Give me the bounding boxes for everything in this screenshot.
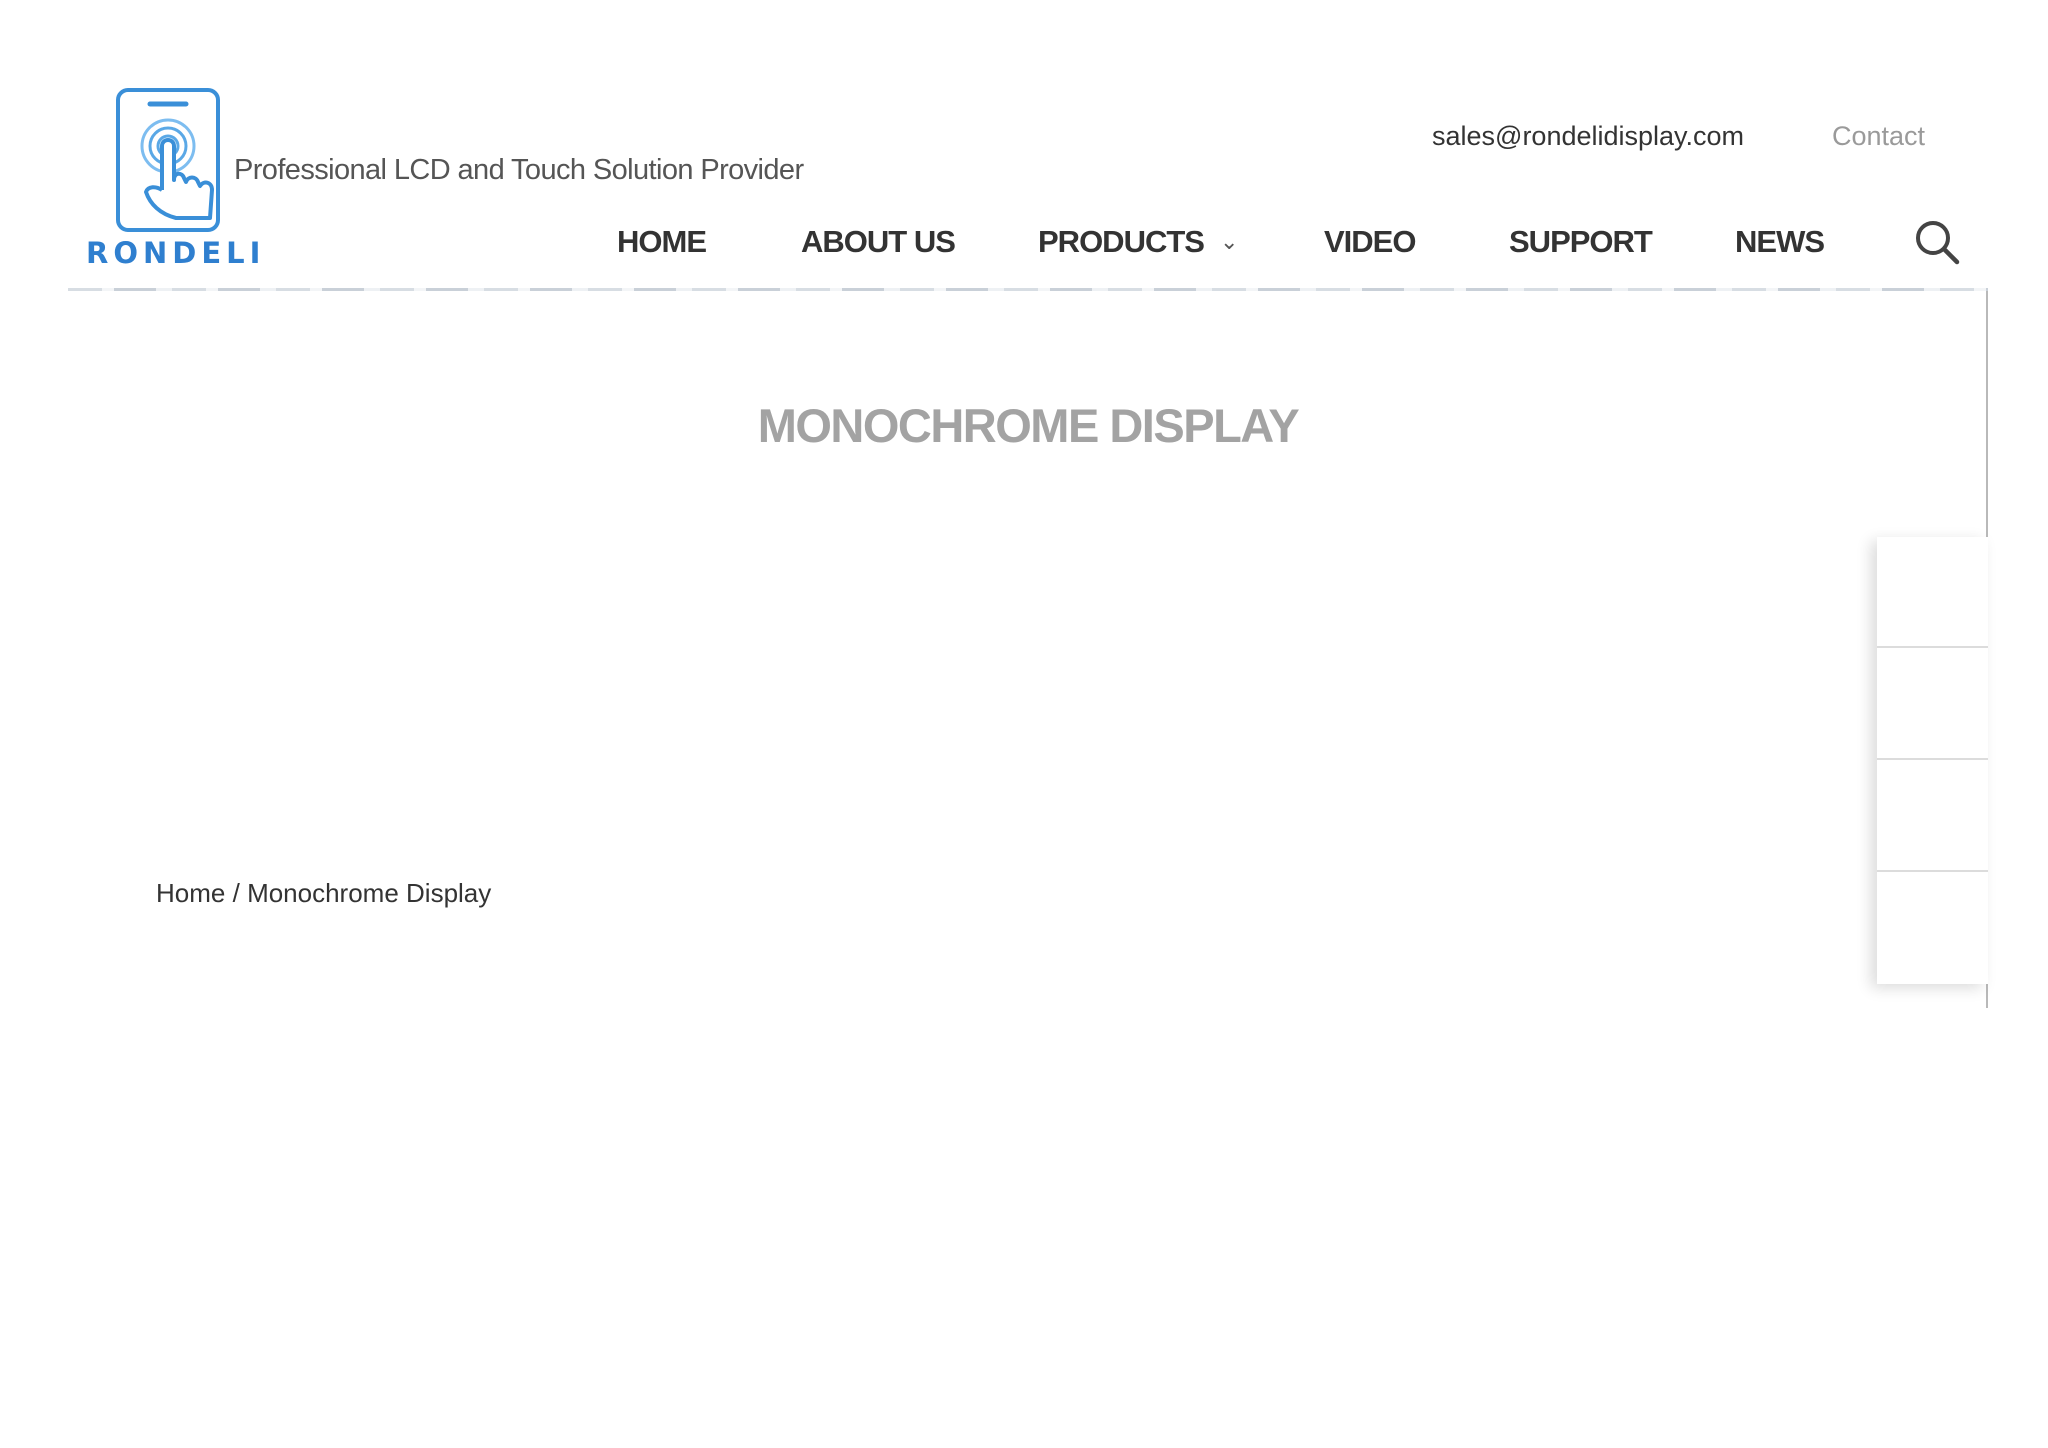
email-link[interactable]: sales@rondelidisplay.com xyxy=(1432,121,1744,152)
page: RONDELI Professional LCD and Touch Solut… xyxy=(0,0,2048,1448)
site-logo[interactable]: RONDELI xyxy=(86,86,266,276)
contact-link[interactable]: Contact xyxy=(1832,121,1925,152)
side-panel-button-3[interactable] xyxy=(1877,761,1988,872)
site-tagline: Professional LCD and Touch Solution Prov… xyxy=(234,154,804,186)
nav-item-video[interactable]: VIDEO xyxy=(1324,224,1416,260)
breadcrumb-home-link[interactable]: Home xyxy=(156,878,225,908)
floating-side-panel xyxy=(1877,537,1988,984)
breadcrumb: Home / Monochrome Display xyxy=(156,878,491,909)
nav-item-news[interactable]: NEWS xyxy=(1735,224,1825,260)
breadcrumb-current: Monochrome Display xyxy=(247,878,492,908)
page-title: MONOCHROME DISPLAY xyxy=(757,399,1300,452)
page-banner: MONOCHROME DISPLAY Home / Monochrome Dis… xyxy=(68,288,1988,1008)
nav-item-products-label: PRODUCTS xyxy=(1038,224,1205,259)
side-panel-button-4[interactable] xyxy=(1877,873,1988,984)
nav-item-products[interactable]: PRODUCTS ⌄ xyxy=(1038,224,1238,260)
side-panel-button-1[interactable] xyxy=(1877,537,1988,648)
search-icon xyxy=(1916,221,1960,265)
nav-item-home[interactable]: HOME xyxy=(617,224,707,260)
search-button[interactable] xyxy=(1913,218,1961,266)
chevron-down-icon: ⌄ xyxy=(1219,229,1238,254)
nav-item-about-us[interactable]: ABOUT US xyxy=(801,224,956,260)
touch-phone-logo-icon xyxy=(116,88,220,232)
side-panel-button-2[interactable] xyxy=(1877,649,1988,760)
brand-name: RONDELI xyxy=(86,236,266,270)
breadcrumb-separator: / xyxy=(232,878,240,908)
banner-image-edge xyxy=(68,288,1988,291)
nav-item-support[interactable]: SUPPORT xyxy=(1509,224,1653,260)
